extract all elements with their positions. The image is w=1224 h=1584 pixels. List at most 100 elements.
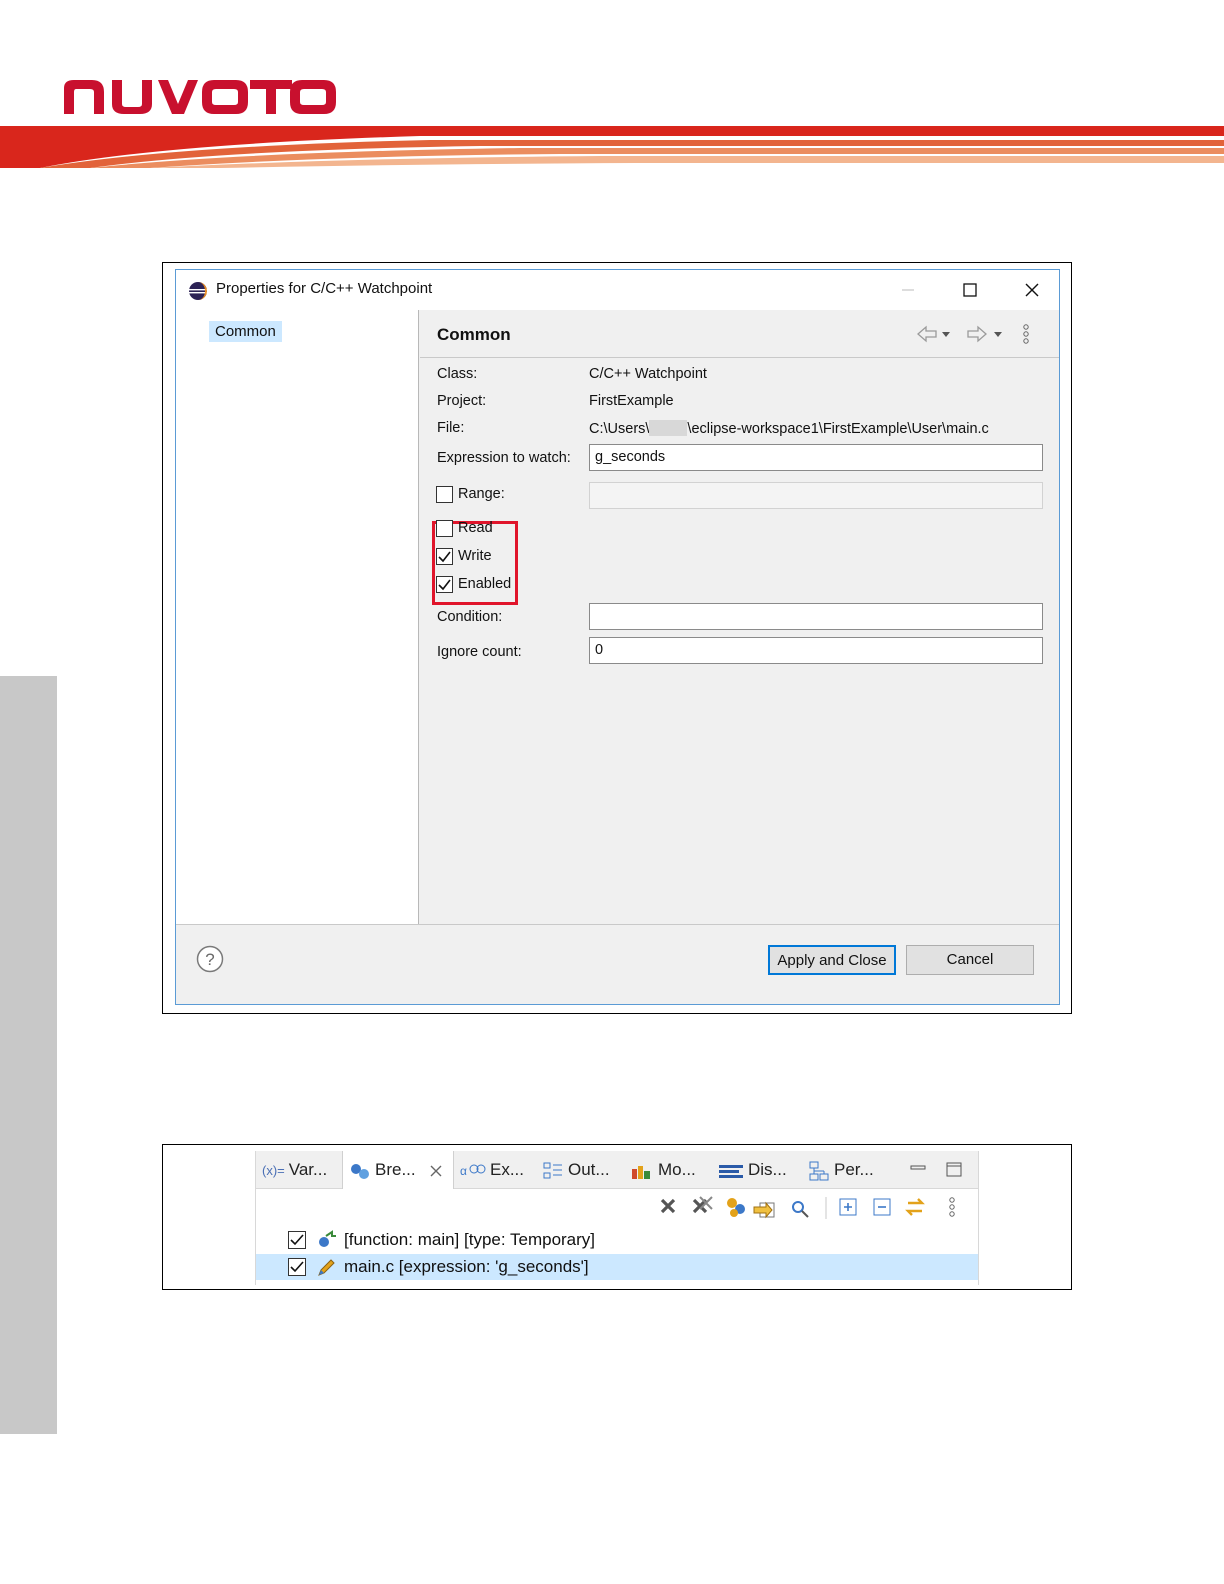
expressions-icon: α [460,1164,486,1178]
disassembly-icon [719,1164,743,1178]
tab-breakpoints[interactable]: Bre... [342,1151,454,1189]
condition-label: Condition: [437,609,503,625]
tab-peripherals-label: Per... [834,1160,874,1179]
forward-dropdown-icon[interactable] [994,332,1002,337]
view-menu-icon[interactable] [949,1197,955,1217]
dialog-titlebar[interactable]: Properties for C/C++ Watchpoint [176,270,1059,310]
figure-properties-dialog: Properties for C/C++ Watchpoint Common C… [162,262,1072,1014]
nuvoton-logo [64,80,336,114]
range-input [589,482,1043,509]
breakpoint-checkbox[interactable] [288,1231,306,1249]
close-tab-icon[interactable] [428,1163,444,1179]
file-path-prefix: C:\Users\ [589,421,650,437]
read-label: Read [458,520,493,536]
expression-label: Expression to watch: [437,450,571,466]
header-banner [0,126,1224,168]
file-label: File: [437,420,465,436]
forward-arrow-icon[interactable] [967,325,987,343]
dialog-title: Properties for C/C++ Watchpoint [216,280,433,297]
watchpoint-checkbox[interactable] [288,1258,306,1276]
checkmark-icon [290,1261,304,1273]
expand-all-icon[interactable] [839,1198,857,1216]
view-menu-icon[interactable] [1023,324,1029,344]
range-checkbox[interactable] [436,486,453,503]
tab-disassembly-label: Dis... [748,1160,787,1179]
tab-modules-label: Mo... [658,1160,696,1179]
dialog-footer: ? Apply and Close Cancel [176,924,1059,1004]
figure-breakpoints-view: (x)= Var... Bre... α Ex... Out... Mo... Di… [162,1144,1072,1290]
file-path-suffix: \eclipse-workspace1\FirstExample\User\ma… [687,421,989,437]
tab-expressions[interactable]: α Ex... [460,1151,524,1189]
navigation-toolbar [917,324,1029,344]
project-label: Project: [437,393,487,409]
function-breakpoint-icon [319,1230,336,1247]
watchpoint-text: main.c [expression: 'g_seconds'] [344,1257,589,1276]
tab-outline-label: Out... [568,1160,610,1179]
eclipse-icon [189,282,207,300]
checkmark-icon [438,579,451,591]
properties-tree: Common [176,310,419,924]
peripherals-icon [809,1161,829,1181]
help-icon[interactable]: ? [196,945,224,973]
remove-all-breakpoints-icon[interactable] [692,1196,713,1214]
view-tab-bar: (x)= Var... Bre... α Ex... Out... Mo... Di… [256,1151,978,1189]
properties-page: Common Class: C/C++ Watchpoint Project: … [420,310,1059,924]
project-value: FirstExample [589,393,674,409]
write-checkbox[interactable] [436,548,453,565]
show-supported-breakpoints-icon[interactable] [727,1198,745,1217]
svg-text:?: ? [205,950,214,969]
tab-breakpoints-label: Bre... [375,1160,416,1179]
link-with-debug-view-icon[interactable] [905,1198,925,1216]
tab-expressions-label: Ex... [490,1160,525,1179]
redacted-username [649,420,688,436]
watchpoint-row[interactable]: main.c [expression: 'g_seconds'] [256,1254,978,1280]
tab-peripherals[interactable]: Per... [808,1151,874,1189]
enabled-checkbox[interactable] [436,576,453,593]
enabled-label: Enabled [458,576,512,592]
apply-and-close-button[interactable]: Apply and Close [768,945,896,975]
ignore-count-input[interactable]: 0 [589,637,1043,664]
minimize-view-icon[interactable] [908,1161,928,1177]
modules-icon [632,1165,650,1179]
page-title: Common [437,325,511,344]
breakpoint-text: [function: main] [type: Temporary] [344,1230,596,1249]
outline-icon [543,1162,562,1179]
page-side-bar [0,676,57,1434]
condition-input[interactable] [589,603,1043,630]
expression-input[interactable]: g_seconds [589,444,1043,471]
breakpoints-toolbar [660,1196,955,1219]
checkmark-icon [438,551,451,563]
go-to-file-icon[interactable] [753,1201,775,1219]
tab-outline[interactable]: Out... [542,1151,610,1189]
minimize-icon[interactable] [888,276,928,304]
svg-text:α: α [460,1164,467,1178]
variables-icon: (x)= [262,1162,285,1178]
skip-breakpoints-icon[interactable] [792,1201,809,1218]
range-label: Range: [458,486,505,502]
breakpoints-panel: (x)= Var... Bre... α Ex... Out... Mo... Di… [255,1151,979,1285]
watchpoint-icon [318,1259,335,1276]
ignore-count-label: Ignore count: [437,644,522,660]
remove-breakpoint-icon[interactable] [660,1198,676,1214]
read-checkbox[interactable] [436,520,453,537]
class-value: C/C++ Watchpoint [589,366,707,382]
write-label: Write [458,548,492,564]
tab-disassembly[interactable]: Dis... [718,1151,787,1189]
breakpoints-icon [351,1163,369,1179]
maximize-icon[interactable] [950,276,990,304]
back-arrow-icon[interactable] [917,325,937,343]
checkmark-icon [290,1234,304,1246]
back-dropdown-icon[interactable] [942,332,950,337]
tab-variables[interactable]: (x)= Var... [262,1151,327,1189]
file-value: C:\Users\ \eclipse-workspace1\FirstExampl… [589,420,989,437]
properties-dialog: Properties for C/C++ Watchpoint Common C… [175,269,1060,1005]
breakpoint-row[interactable]: [function: main] [type: Temporary] [256,1227,978,1253]
cancel-button[interactable]: Cancel [906,945,1034,975]
maximize-view-icon[interactable] [944,1161,964,1179]
close-icon[interactable] [1012,276,1052,304]
class-label: Class: [437,366,478,382]
tab-variables-label: Var... [288,1160,328,1179]
tab-modules[interactable]: Mo... [630,1151,696,1189]
collapse-all-icon[interactable] [873,1198,891,1216]
tree-item-common[interactable]: Common [209,321,282,342]
